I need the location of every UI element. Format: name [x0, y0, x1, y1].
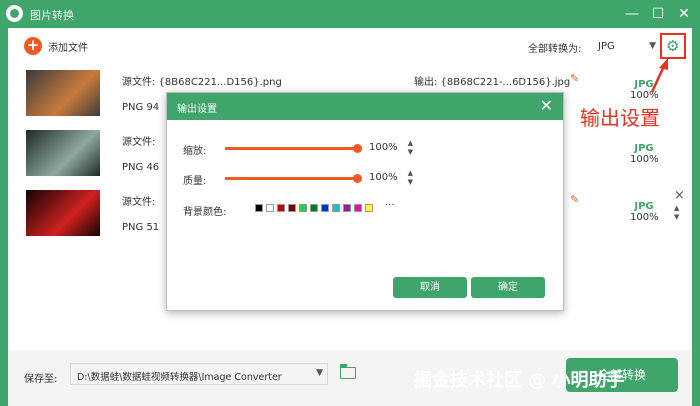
- dialog-title: 输出设置: [177, 104, 217, 115]
- edit-output-icon[interactable]: ✎: [570, 193, 579, 206]
- color-swatch[interactable]: [365, 204, 373, 212]
- color-swatch[interactable]: [255, 204, 263, 212]
- color-swatch[interactable]: [277, 204, 285, 212]
- maximize-icon[interactable]: ☐: [648, 4, 668, 24]
- scale-input[interactable]: 100% ▲ ▼: [365, 139, 415, 158]
- color-swatch[interactable]: [343, 204, 351, 212]
- chevron-down-icon: ▼: [316, 368, 323, 378]
- toolbar: + 添加文件 全部转换为: JPG ▼ ⚙: [8, 28, 692, 64]
- add-icon: +: [24, 37, 42, 55]
- color-swatch[interactable]: [299, 204, 307, 212]
- spin-arrows-icon[interactable]: ▲ ▼: [408, 169, 413, 187]
- source-filename: 源文件: {8B68C221...D156}.png: [122, 77, 282, 88]
- format-badge-type: JPG: [634, 79, 654, 90]
- color-swatch[interactable]: [321, 204, 329, 212]
- app-logo-icon: [6, 5, 23, 22]
- row-spin-icon[interactable]: ▲ ▼: [674, 204, 684, 222]
- scale-setting: 缩放: 100% ▲ ▼: [183, 139, 553, 158]
- color-swatch[interactable]: [354, 204, 362, 212]
- dialog-header: 输出设置 ✕: [167, 93, 563, 120]
- add-file-button[interactable]: + 添加文件: [24, 37, 104, 55]
- output-filename: 输出: {8B68C221-...6D156}.jpg: [414, 77, 571, 88]
- format-select-value: JPG: [598, 41, 615, 52]
- format-badge-quality: 100%: [630, 212, 659, 223]
- remove-file-icon[interactable]: ×: [674, 188, 685, 203]
- color-swatch[interactable]: [332, 204, 340, 212]
- source-filename: 源文件:: [122, 197, 156, 208]
- scale-label: 缩放:: [183, 146, 207, 157]
- window-title: 图片转换: [30, 9, 74, 22]
- format-badge[interactable]: JPG 100%: [630, 201, 659, 223]
- watermark-text: 掘金技术社区 @ 小明助手: [414, 370, 625, 391]
- add-file-label: 添加文件: [48, 43, 88, 54]
- cancel-button[interactable]: 取消: [393, 277, 467, 298]
- output-settings-dialog: 输出设置 ✕ 缩放: 100% ▲ ▼ 质量: 100% ▲ ▼ 背景颜色: ···…: [166, 92, 564, 311]
- scale-slider-thumb[interactable]: [353, 144, 362, 153]
- format-badge-quality: 100%: [630, 90, 659, 101]
- more-colors-button[interactable]: ···: [385, 200, 395, 211]
- format-select[interactable]: JPG ▼: [592, 37, 658, 57]
- format-badge[interactable]: JPG 100%: [630, 143, 659, 165]
- folder-icon[interactable]: [339, 364, 356, 379]
- edit-output-icon[interactable]: ✎: [570, 72, 579, 85]
- color-swatch[interactable]: [288, 204, 296, 212]
- close-icon[interactable]: ✕: [540, 96, 553, 115]
- background-color-setting: 背景颜色: ···: [183, 200, 553, 219]
- file-thumbnail: [26, 70, 100, 116]
- convert-all-label: 全部转换为:: [528, 44, 582, 55]
- quality-input[interactable]: 100% ▲ ▼: [365, 169, 415, 188]
- format-badge[interactable]: JPG 100%: [630, 79, 659, 101]
- format-badge-type: JPG: [634, 143, 654, 154]
- output-path-select[interactable]: D:\数据蛙\数据蛙视频转换器\Image Converter ▼: [70, 363, 328, 385]
- scale-value: 100%: [369, 142, 398, 153]
- quality-label: 质量:: [183, 176, 207, 187]
- source-filename: 源文件:: [122, 137, 156, 148]
- quality-value: 100%: [369, 172, 398, 183]
- chevron-down-icon: ▼: [649, 41, 656, 51]
- title-bar: 图片转换 — ☐ ✕: [0, 0, 700, 28]
- file-meta: PNG 46: [122, 162, 160, 173]
- quality-setting: 质量: 100% ▲ ▼: [183, 169, 553, 188]
- color-swatch[interactable]: [310, 204, 318, 212]
- scale-slider-track[interactable]: [225, 147, 357, 150]
- minimize-icon[interactable]: —: [622, 4, 642, 24]
- file-meta: PNG 51: [122, 222, 160, 233]
- file-thumbnail: [26, 190, 100, 236]
- confirm-button[interactable]: 确定: [471, 277, 545, 298]
- output-settings-button[interactable]: ⚙: [660, 33, 686, 59]
- annotation-label: 输出设置: [580, 106, 660, 130]
- save-to-label: 保存至:: [24, 374, 58, 385]
- format-badge-type: JPG: [634, 201, 654, 212]
- gear-icon: ⚙: [666, 37, 680, 55]
- file-thumbnail: [26, 130, 100, 176]
- close-icon[interactable]: ✕: [674, 4, 694, 24]
- quality-slider-track[interactable]: [225, 177, 357, 180]
- spin-arrows-icon[interactable]: ▲ ▼: [408, 139, 413, 157]
- quality-slider-thumb[interactable]: [353, 174, 362, 183]
- file-meta: PNG 94: [122, 102, 160, 113]
- bg-color-label: 背景颜色:: [183, 207, 227, 218]
- color-swatch[interactable]: [266, 204, 274, 212]
- output-path-value: D:\数据蛙\数据蛙视频转换器\Image Converter: [77, 372, 282, 383]
- format-badge-quality: 100%: [630, 154, 659, 165]
